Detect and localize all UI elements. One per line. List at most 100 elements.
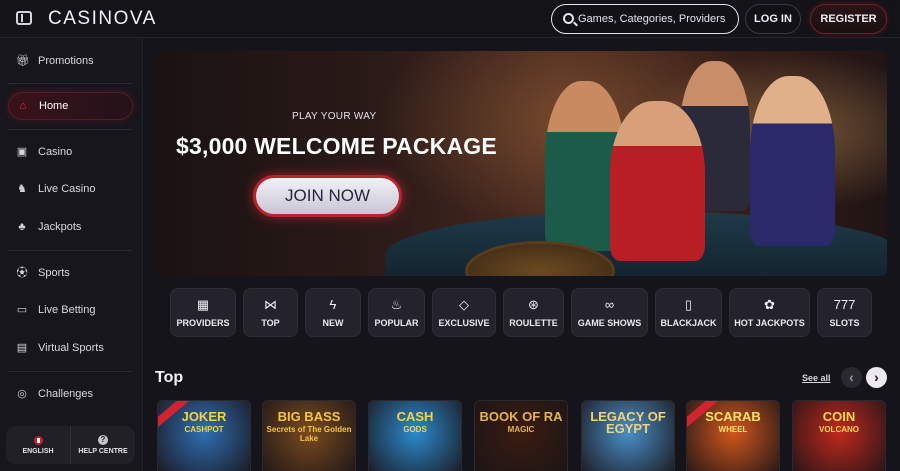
help-icon: ?: [98, 435, 108, 445]
sidebar-item-label: Promotions: [38, 55, 94, 67]
sidebar-item-promotions[interactable]: 🎁︎ Promotions: [8, 47, 133, 75]
category-label: ROULETTE: [509, 318, 558, 328]
sidebar-item-label: Live Betting: [38, 304, 96, 316]
category-slots[interactable]: 777 SLOTS: [817, 288, 872, 337]
clover-icon: ♣: [18, 221, 26, 233]
banner-figure: [610, 101, 705, 261]
category-label: EXCLUSIVE: [438, 318, 490, 328]
sidebar-item-label: Jackpots: [38, 221, 82, 233]
category-label: NEW: [322, 318, 344, 328]
game-subtitle: CASHPOT: [184, 425, 224, 434]
banner-tagline: PLAY YOUR WAY: [292, 111, 377, 122]
sidebar-item-virtual-sports[interactable]: ▤ Virtual Sports: [8, 334, 133, 362]
game-subtitle: MAGIC: [507, 425, 535, 434]
register-button[interactable]: REGISTER: [810, 4, 887, 34]
cards-icon: ▦: [196, 297, 210, 312]
category-roulette[interactable]: ⊛ ROULETTE: [503, 288, 564, 337]
sidebar-item-casino[interactable]: ▣ Casino: [8, 138, 133, 166]
category-exclusive[interactable]: ◇ EXCLUSIVE: [432, 288, 496, 337]
banner-headline: $3,000 WELCOME PACKAGE: [176, 133, 497, 159]
sidebar-item-jackpots[interactable]: ♣ Jackpots: [8, 213, 133, 241]
category-label: HOT JACKPOTS: [734, 318, 805, 328]
virtual-sports-icon: ▤: [16, 342, 28, 354]
game-subtitle: VOLCANO: [819, 425, 859, 434]
category-hot-jackpots[interactable]: ✿ HOT JACKPOTS: [729, 288, 810, 337]
game-tile[interactable]: BIG BASS Secrets of The Golden Lake: [262, 400, 356, 471]
category-blackjack[interactable]: ▯ BLACKJACK: [655, 288, 722, 337]
search-input[interactable]: [578, 10, 734, 28]
sidebar-divider: [8, 250, 132, 251]
help-label: HELP CENTRE: [78, 448, 128, 455]
game-title: BIG BASS: [277, 409, 341, 424]
sidebar-item-label: Virtual Sports: [38, 342, 104, 354]
bow-tie-icon: ⋈: [264, 297, 277, 312]
sidebar-item-live-betting[interactable]: ▭ Live Betting: [8, 296, 133, 324]
carousel-next-button[interactable]: ›: [866, 367, 887, 388]
game-title: JOKER: [181, 409, 227, 424]
sidebar-item-label: Live Casino: [38, 183, 96, 195]
sidebar-item-sports[interactable]: ⚽︎ Sports: [8, 259, 133, 287]
live-icon: ▭: [16, 304, 28, 316]
diamond-icon: ◇: [459, 297, 469, 312]
slot-machine-icon: ▣: [16, 146, 28, 158]
home-icon: ⌂: [19, 100, 27, 112]
gift-icon: 🎁︎: [16, 55, 30, 67]
game-title: BOOK OF RA: [479, 409, 563, 424]
game-title: CASH: [396, 409, 434, 424]
sidebar-item-live-casino[interactable]: ♞ Live Casino: [8, 175, 133, 203]
game-subtitle: Secrets of The Golden Lake: [266, 425, 352, 443]
top-header: CASINOVA LOG IN REGISTER: [0, 0, 900, 38]
category-top[interactable]: ⋈ TOP: [243, 288, 298, 337]
login-button[interactable]: LOG IN: [745, 4, 801, 34]
playing-cards-icon: ▯: [684, 297, 693, 312]
sidebar-toggle-icon[interactable]: [16, 11, 32, 25]
roulette-icon: ⊛: [528, 297, 539, 312]
join-now-button[interactable]: JOIN NOW: [253, 175, 402, 217]
language-selector[interactable]: ENGLISH: [6, 426, 71, 464]
carousel-prev-button[interactable]: ‹: [841, 367, 862, 388]
game-tile[interactable]: COIN VOLCANO: [792, 400, 886, 471]
money-bag-icon: ✿: [764, 297, 775, 312]
game-subtitle: GODS: [403, 425, 427, 434]
category-label: BLACKJACK: [660, 318, 717, 328]
game-tile[interactable]: CASH GODS: [368, 400, 462, 471]
challenge-icon: ◎: [17, 388, 27, 400]
canada-flag-icon: [33, 435, 43, 445]
chevron-left-icon: ‹: [849, 369, 854, 385]
see-all-link[interactable]: See all: [802, 373, 831, 383]
sidebar-footer: ENGLISH ? HELP CENTRE: [6, 426, 135, 464]
category-label: SLOTS: [829, 318, 860, 328]
sidebar-item-challenges[interactable]: ◎ Challenges: [8, 380, 133, 408]
game-tile[interactable]: JOKER CASHPOT: [157, 400, 251, 471]
game-title: LEGACY OF EGYPT: [590, 409, 666, 436]
game-title: COIN: [822, 409, 856, 424]
game-tile[interactable]: BOOK OF RA MAGIC: [474, 400, 568, 471]
flame-icon: ♨: [390, 297, 403, 312]
category-label: GAME SHOWS: [577, 318, 642, 328]
sidebar-item-label: Home: [39, 100, 69, 112]
search-icon: [563, 13, 574, 24]
promo-banner[interactable]: PLAY YOUR WAY $3,000 WELCOME PACKAGE JOI…: [155, 51, 887, 276]
category-popular[interactable]: ♨ POPULAR: [368, 288, 425, 337]
soccer-ball-icon: ⚽︎: [16, 267, 28, 279]
category-label: TOP: [261, 318, 280, 328]
sidebar-divider: [8, 83, 132, 84]
mask-icon: ∞: [604, 297, 615, 312]
category-label: PROVIDERS: [176, 318, 230, 328]
sevens-icon: 777: [833, 297, 856, 312]
game-tile[interactable]: LEGACY OF EGYPT: [581, 400, 675, 471]
game-subtitle: WHEEL: [718, 425, 748, 434]
category-game-shows[interactable]: ∞ GAME SHOWS: [571, 288, 648, 337]
language-label: ENGLISH: [22, 447, 54, 455]
section-title: Top: [155, 369, 184, 386]
search-box[interactable]: [551, 4, 739, 34]
banner-figure: [750, 76, 835, 246]
casinova-logo[interactable]: CASINOVA: [48, 8, 157, 30]
help-centre-button[interactable]: ? HELP CENTRE: [71, 426, 135, 464]
sidebar-item-home[interactable]: ⌂ Home: [8, 92, 133, 120]
category-new[interactable]: ϟ NEW: [305, 288, 361, 337]
sidebar: 🎁︎ Promotions ⌂ Home ▣ Casino ♞ Live Cas…: [0, 39, 143, 471]
game-tile[interactable]: SCARAB WHEEL: [686, 400, 780, 471]
sidebar-divider: [8, 129, 132, 130]
category-providers[interactable]: ▦ PROVIDERS: [170, 288, 236, 337]
